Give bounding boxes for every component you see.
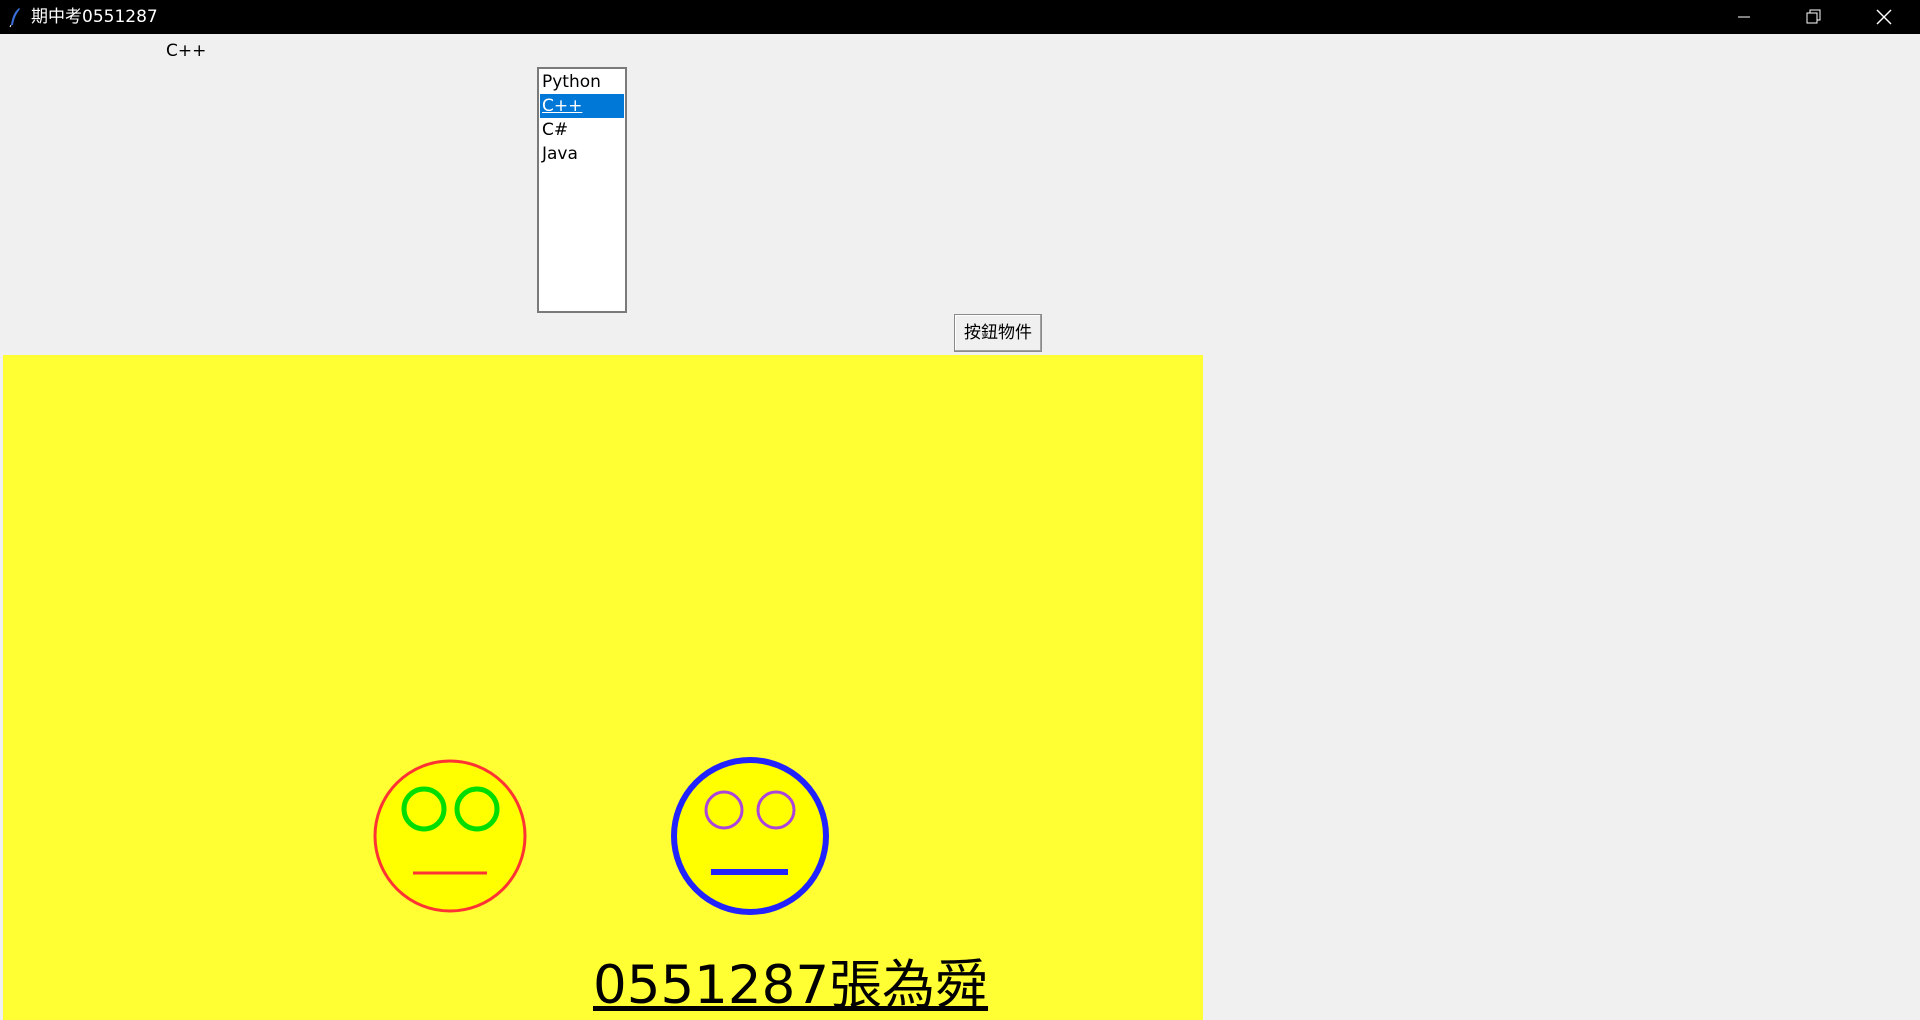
feather-icon <box>8 6 24 28</box>
listbox-item-python[interactable]: Python <box>540 70 624 94</box>
language-listbox[interactable]: Python C++ C# Java <box>537 67 627 313</box>
window-title: 期中考0551287 <box>31 7 158 27</box>
close-icon <box>1876 9 1892 25</box>
student-name-text: 0551287張為舜 <box>593 955 989 1016</box>
close-button[interactable] <box>1850 0 1918 34</box>
app-client-area: C++ Python C++ C# Java 按鈕物件 0551287張為舜 <box>0 34 1920 1020</box>
left-face-outline <box>373 759 527 913</box>
object-button[interactable]: 按鈕物件 <box>954 314 1042 352</box>
right-face-outline <box>671 757 829 915</box>
right-face <box>671 757 829 915</box>
title-bar: 期中考0551287 <box>0 0 1920 34</box>
listbox-item-csharp[interactable]: C# <box>540 118 624 142</box>
minimize-icon <box>1738 16 1750 18</box>
faces-drawing <box>373 757 829 915</box>
selected-language-label: C++ <box>166 41 207 61</box>
restore-button[interactable] <box>1779 0 1847 34</box>
restore-icon <box>1806 9 1821 24</box>
left-face <box>373 759 527 913</box>
listbox-item-cpp[interactable]: C++ <box>540 94 624 118</box>
listbox-item-java[interactable]: Java <box>540 142 624 166</box>
drawing-canvas: 0551287張為舜 <box>3 355 1203 1020</box>
minimize-button[interactable] <box>1710 0 1778 34</box>
